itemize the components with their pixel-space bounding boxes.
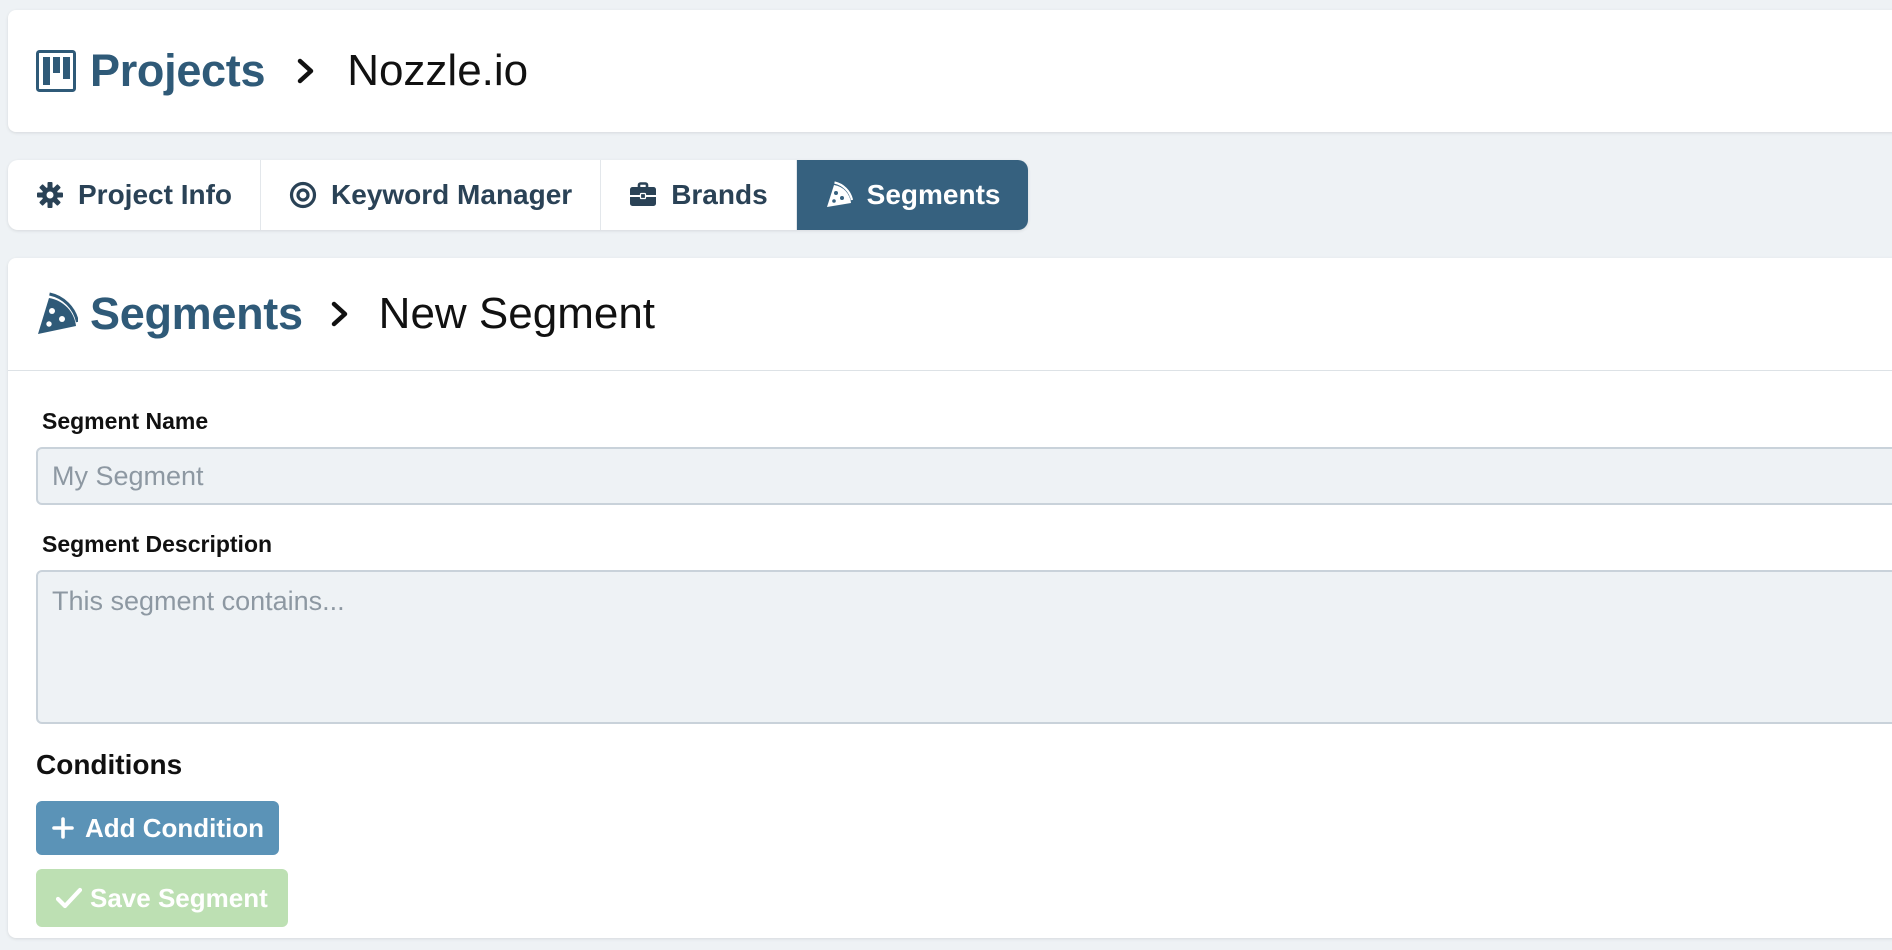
segment-form: Segment Name Segment Description Conditi… [36,408,1892,927]
tab-segments[interactable]: Segments [796,160,1029,230]
project-tabs: Project Info Keyword Manager Brands Segm… [8,160,1029,230]
breadcrumb-segments-link[interactable]: Segments [90,288,303,340]
segment-description-textarea[interactable] [36,570,1892,724]
chevron-right-icon [295,58,317,84]
chevron-right-icon [329,301,351,327]
breadcrumb-new-segment: New Segment [378,289,656,338]
segment-name-label: Segment Name [42,408,209,434]
tab-brands[interactable]: Brands [601,160,797,230]
pizza-slice-icon [825,181,853,209]
breadcrumb-project-name: Nozzle.io [347,46,529,95]
tab-keyword-manager[interactable]: Keyword Manager [261,160,602,230]
briefcase-icon [629,181,657,209]
gear-icon [36,181,64,209]
tab-label: Brands [671,179,768,210]
project-header: Projects Nozzle.io [8,10,1892,132]
segment-description-label: Segment Description [42,531,273,557]
target-icon [289,181,317,209]
conditions-heading: Conditions [36,749,183,780]
pizza-slice-icon [36,292,79,336]
add-condition-label: Add Condition [85,812,265,843]
breadcrumb-projects-link[interactable]: Projects [90,45,265,97]
save-segment-button[interactable]: Save Segment [36,869,288,927]
tab-project-info[interactable]: Project Info [8,160,262,230]
save-segment-label: Save Segment [90,882,268,913]
plus-icon [51,816,75,840]
add-condition-button[interactable]: Add Condition [36,801,280,855]
checkmark-icon [55,886,83,910]
kanban-board-icon [36,50,76,92]
segment-editor-card: Segments New Segment Segment Name Segmen… [8,258,1892,938]
tab-label: Segments [866,179,1001,210]
segment-name-input[interactable] [36,447,1892,505]
segment-breadcrumb: Segments New Segment [8,258,1892,371]
tab-label: Keyword Manager [331,179,573,210]
tab-label: Project Info [78,179,233,210]
